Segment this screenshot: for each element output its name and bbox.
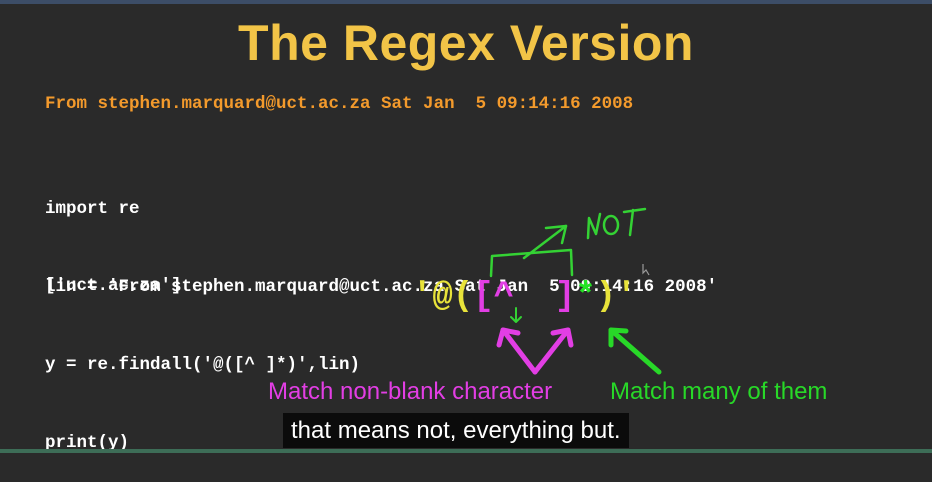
regex-breakdown: '@([^ ]*)' [412, 278, 636, 316]
match-non-blank-label: Match non-blank character [268, 378, 553, 405]
bottom-progress-bar [0, 449, 932, 453]
regex-star: * [575, 278, 596, 316]
slide-title: The Regex Version [238, 15, 694, 71]
video-caption: that means not, everything but. [283, 413, 629, 448]
regex-close-quote: ' [616, 278, 637, 316]
regex-char-class: [^ ] [473, 278, 576, 316]
top-edge-bar [0, 0, 932, 4]
regex-open-paren: ( [452, 278, 474, 316]
code-line-3: y = re.findall('@([^ ]*)',lin) [45, 355, 361, 375]
regex-close-paren: ) [595, 278, 617, 316]
regex-open-quote: ' [412, 278, 433, 316]
code-output: ['uct.ac.za'] [45, 276, 182, 296]
code-line-1: import re [45, 199, 140, 219]
match-many-label: Match many of them [610, 378, 828, 405]
email-header-line: From stephen.marquard@uct.ac.za Sat Jan … [45, 94, 634, 114]
regex-at-sign: @ [432, 278, 453, 316]
